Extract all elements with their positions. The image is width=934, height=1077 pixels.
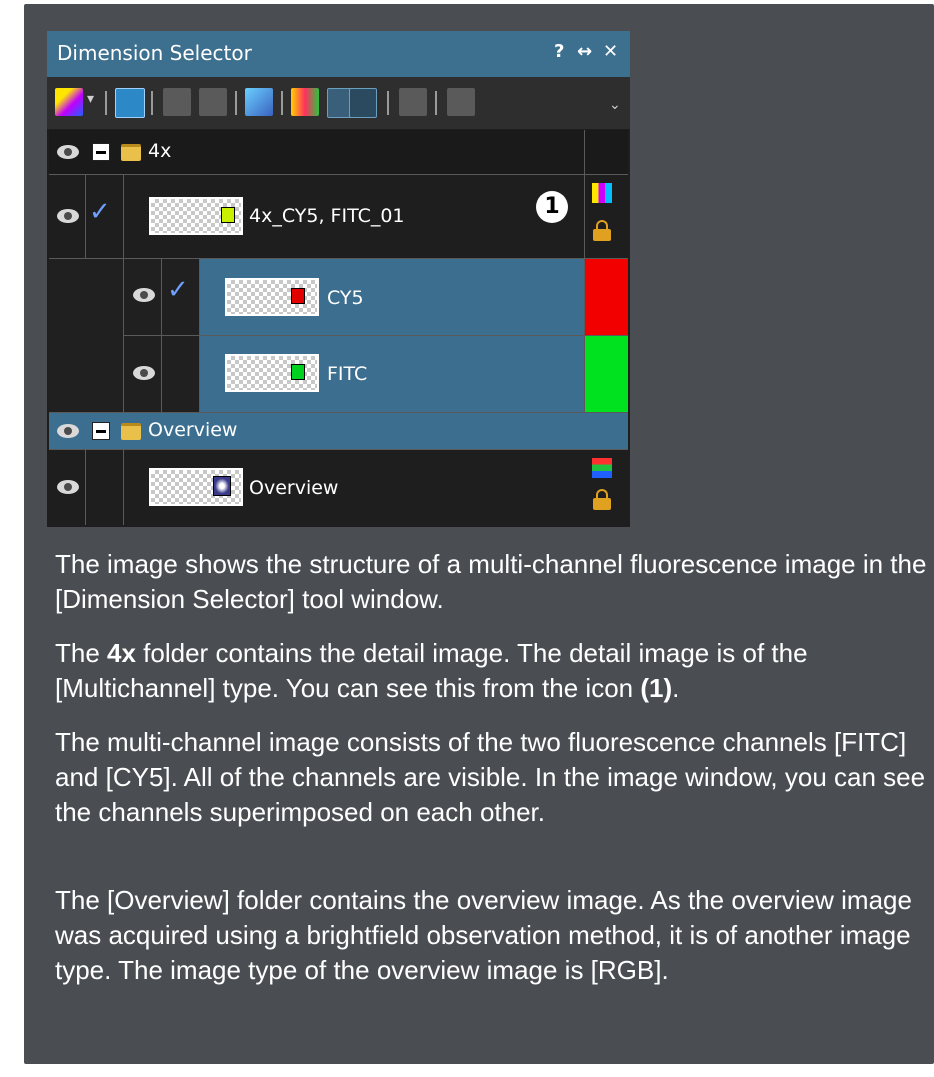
col-divider [123, 449, 124, 525]
eye-icon[interactable] [57, 480, 79, 494]
tree-row-folder-4x[interactable]: 4x [49, 130, 628, 174]
channel-label: CY5 [327, 287, 364, 309]
lock-icon [593, 220, 611, 241]
close-button[interactable]: ✕ [603, 41, 618, 62]
disabled-tool-icon [199, 88, 227, 116]
paragraph-overview: The [Overview] folder contains the overv… [55, 885, 912, 985]
multichannel-view-icon[interactable] [115, 88, 145, 118]
channel-label: FITC [327, 363, 368, 385]
toolbar-separator [235, 91, 237, 115]
chevron-down-icon[interactable]: ▾ [87, 91, 94, 107]
help-button[interactable]: ? [554, 41, 564, 62]
color-mode-icon[interactable] [55, 88, 83, 116]
eye-icon[interactable] [133, 366, 155, 380]
toolbar-separator [151, 91, 153, 115]
lock-icon [593, 489, 611, 510]
text-run: The [55, 638, 108, 668]
folder-icon [121, 144, 141, 161]
checkmark-icon[interactable]: ✓ [89, 197, 111, 227]
collapse-icon[interactable] [92, 143, 110, 161]
toolbar-separator [281, 91, 283, 115]
tree-row-folder-overview[interactable]: Overview [49, 413, 628, 449]
disabled-tool-icon [447, 88, 475, 116]
rgb-type-icon [592, 458, 612, 478]
toolbar: ▾ ⌄ [47, 77, 630, 129]
callout-ref-bold: (1) [640, 673, 673, 703]
col-divider [161, 258, 162, 413]
channel-color-swatch-cy5[interactable] [585, 259, 628, 335]
channel-overlay-icon[interactable] [291, 88, 319, 116]
disabled-tool-icon [399, 88, 427, 116]
channel-mark [291, 364, 305, 380]
window-title-bar: Dimension Selector ? ↔ ✕ [47, 31, 630, 77]
eye-icon[interactable] [57, 424, 79, 438]
fluorescence-icon[interactable] [245, 88, 273, 116]
image-label: Overview [249, 477, 339, 499]
col-divider [123, 258, 124, 413]
channel-mark [291, 288, 305, 304]
channel-mark [221, 207, 235, 223]
folder-icon [121, 423, 141, 440]
text-run: . [672, 673, 680, 703]
paragraph-structure: The image shows the structure of a multi… [55, 549, 927, 614]
help-panel: Dimension Selector ? ↔ ✕ ▾ ⌄ 4x ✓ 4x_CY5… [24, 4, 934, 1064]
toolbar-separator [105, 91, 107, 115]
dimension-selector-window: Dimension Selector ? ↔ ✕ ▾ ⌄ 4x ✓ 4x_CY5… [47, 31, 630, 527]
multichannel-type-icon [592, 183, 612, 203]
overflow-icon[interactable]: ⌄ [609, 97, 621, 113]
eye-icon[interactable] [57, 145, 79, 159]
image-label: 4x_CY5, FITC_01 [249, 205, 405, 227]
toolbar-separator [387, 91, 389, 115]
folder-name-bold: 4x [107, 638, 136, 668]
toolbar-separator [435, 91, 437, 115]
collapse-icon[interactable] [92, 422, 110, 440]
window-title: Dimension Selector [57, 41, 252, 65]
folder-label: 4x [148, 140, 172, 162]
active-toggle-icon[interactable] [349, 88, 377, 118]
tree-row-multichannel[interactable]: ✓ 4x_CY5, FITC_01 1 [49, 175, 628, 258]
disabled-tool-icon [163, 88, 191, 116]
col-divider [199, 258, 200, 413]
image-thumbnail [225, 354, 319, 392]
text-run: folder contains the detail image. The de… [55, 638, 808, 703]
checkmark-icon[interactable]: ✓ [167, 275, 189, 305]
col-divider [85, 449, 86, 525]
col-divider [123, 174, 124, 258]
channel-mark [213, 476, 231, 496]
image-thumbnail [149, 197, 243, 235]
eye-icon[interactable] [133, 288, 155, 302]
image-thumbnail [225, 278, 319, 316]
dimension-tree: 4x ✓ 4x_CY5, FITC_01 1 ✓ CY5 FITC Overvi… [49, 130, 628, 525]
col-divider [85, 174, 86, 258]
tree-row-overview-image[interactable]: Overview [49, 450, 628, 525]
paragraph-detail-image: The 4x folder contains the detail image.… [55, 636, 934, 706]
pin-button[interactable]: ↔ [577, 41, 592, 62]
paragraph-channels: The multi-channel image consists of the … [55, 727, 926, 827]
channel-color-swatch-fitc[interactable] [585, 336, 628, 412]
folder-label: Overview [148, 419, 238, 441]
image-thumbnail [149, 468, 243, 506]
callout-badge: 1 [536, 191, 568, 223]
eye-icon[interactable] [57, 209, 79, 223]
